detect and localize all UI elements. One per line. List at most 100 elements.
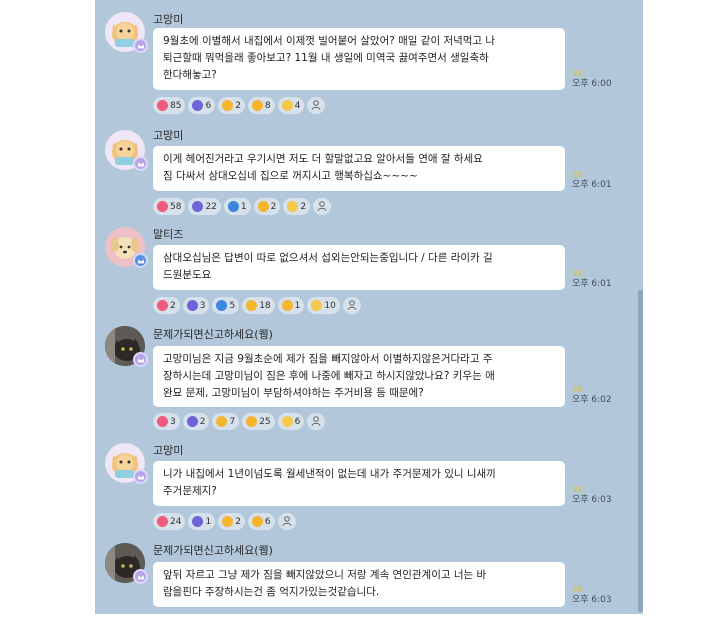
reaction-thumbs-up[interactable]: 3 [182, 297, 210, 314]
person-icon [317, 201, 327, 212]
sender-name: 고망미 [153, 13, 184, 26]
read-count: 99 [572, 485, 583, 494]
reaction-count: 3 [170, 416, 176, 427]
reaction-heart[interactable]: 24 [153, 513, 186, 530]
person-icon [347, 300, 357, 311]
message-bubble[interactable]: 니가 내집에서 1년이넘도록 월세낸적이 없는데 내가 주거문제가 있니 니새끼… [153, 461, 565, 506]
message-bubble[interactable]: 9월초에 이별해서 내집에서 이제껏 빌어붙어 살았어? 매일 같이 저녁먹고 … [153, 28, 565, 90]
message-bubble[interactable]: 이게 헤어진거라고 우기시면 저도 더 할말없고요 알아서들 연애 잘 하세요 … [153, 146, 565, 191]
reaction-add[interactable] [277, 513, 296, 530]
reaction-count: 2 [199, 416, 206, 427]
reaction-laugh[interactable]: 2 [218, 513, 245, 530]
message-line: 9월초에 이별해서 내집에서 이제껏 빌어붙어 살았어? 매일 같이 저녁먹고 … [163, 35, 496, 47]
thumbs-up-icon [186, 416, 198, 427]
reaction-heart[interactable]: 58 [153, 198, 186, 215]
reaction-sad[interactable]: 10 [307, 297, 340, 314]
message-line: 고망미님은 지금 9월초순에 제가 짐을 빼지않아서 이별하지않은거다라고 주 [163, 353, 493, 365]
read-count: 99 [572, 269, 583, 278]
reaction-sad[interactable]: 6 [277, 413, 305, 430]
reaction-add[interactable] [307, 97, 326, 114]
reaction-surprised[interactable]: 1 [277, 297, 305, 314]
avatar-cat-photo[interactable] [105, 326, 148, 367]
chat-panel[interactable]: 고망미 9월초에 이별해서 내집에서 이제껏 빌어붙어 살았어? 매일 같이 저… [95, 0, 643, 614]
reaction-count: 22 [205, 201, 217, 212]
crown-icon [133, 38, 148, 53]
message-meta: 99 오후 6:00 [572, 68, 612, 90]
reaction-count: 25 [259, 416, 271, 427]
avatar-cat-character[interactable] [105, 12, 148, 53]
reaction-heart[interactable]: 3 [153, 413, 180, 430]
message-bubble[interactable]: 삼대오십님은 답변이 따로 없으셔서 섭외는안되는중입니다 / 다른 라이카 길… [153, 245, 565, 290]
reaction-thumbs-up[interactable]: 1 [188, 513, 216, 530]
thumbs-up-icon [186, 300, 198, 311]
check-icon [227, 201, 239, 212]
thumbs-up-icon [192, 100, 204, 111]
reaction-bar: 3 2 7 25 6 [153, 413, 326, 430]
timestamp: 오후 6:01 [572, 180, 612, 190]
check-icon [216, 300, 228, 311]
message-line: 앞뒤 자르고 그냥 제가 짐을 빼지않았으니 저랑 계속 연인관계이고 너는 바 [163, 569, 487, 581]
reaction-heart[interactable]: 85 [153, 97, 186, 114]
reaction-check[interactable]: 5 [212, 297, 240, 314]
reaction-add[interactable] [307, 413, 326, 430]
message-meta: 99 오후 6:01 [572, 268, 612, 290]
laugh-icon [222, 516, 234, 527]
scrollbar[interactable] [638, 290, 643, 612]
reaction-count: 2 [235, 516, 241, 527]
read-count: 99 [572, 69, 583, 78]
reaction-heart[interactable]: 2 [153, 297, 180, 314]
sender-name: 문제가되면신고하세요(퀭) [153, 328, 273, 341]
reaction-count: 1 [294, 300, 301, 311]
reaction-bar: 24 1 2 6 [153, 513, 296, 530]
surprised-icon [281, 300, 293, 311]
avatar-dog-character[interactable] [105, 227, 148, 268]
reaction-count: 5 [229, 300, 236, 311]
thumbs-up-icon [192, 201, 204, 212]
reaction-surprised[interactable]: 6 [247, 513, 275, 530]
person-icon [311, 416, 321, 427]
avatar-cat-photo[interactable] [105, 543, 148, 584]
crown-icon [133, 569, 148, 584]
reaction-laugh[interactable]: 2 [218, 97, 245, 114]
reaction-surprised[interactable]: 2 [253, 198, 281, 215]
message-line: 주거문제지? [163, 485, 217, 497]
reaction-count: 7 [229, 416, 236, 427]
laugh-icon [222, 100, 234, 111]
person-icon [282, 516, 292, 527]
read-count: 99 [572, 385, 583, 394]
reaction-count: 10 [324, 300, 336, 311]
reaction-surprised[interactable]: 25 [242, 413, 275, 430]
reaction-count: 24 [170, 516, 182, 527]
reaction-count: 1 [240, 201, 247, 212]
reaction-check[interactable]: 1 [223, 198, 251, 215]
message-bubble[interactable]: 고망미님은 지금 9월초순에 제가 짐을 빼지않아서 이별하지않은거다라고 주 … [153, 346, 565, 407]
reaction-bar: 2 3 5 18 1 10 [153, 297, 361, 314]
message-line: 드원분도요 [163, 269, 212, 281]
reaction-count: 3 [199, 300, 206, 311]
reaction-count: 2 [270, 201, 277, 212]
crown-icon [133, 469, 148, 484]
heart-icon [157, 516, 168, 527]
reaction-laugh[interactable]: 7 [212, 413, 240, 430]
avatar-cat-character[interactable] [105, 130, 148, 171]
reaction-add[interactable] [342, 297, 361, 314]
reaction-sad[interactable]: 2 [283, 198, 311, 215]
reaction-thumbs-up[interactable]: 2 [182, 413, 210, 430]
person-icon [311, 100, 321, 111]
reaction-sad[interactable]: 4 [277, 97, 305, 114]
reaction-count: 4 [294, 100, 301, 111]
surprised-icon [251, 516, 263, 527]
message-line: 삼대오십님은 답변이 따로 없으셔서 섭외는안되는중입니다 / 다른 라이카 길 [163, 252, 493, 264]
message-line: 장하시는데 고망미님이 짐은 후에 나중에 빼자고 하시지않았나요? 키우는 애 [163, 370, 495, 382]
reaction-thumbs-up[interactable]: 22 [188, 198, 221, 215]
avatar-cat-character[interactable] [105, 443, 148, 484]
reaction-surprised[interactable]: 8 [247, 97, 275, 114]
sender-name: 문제가되면신고하세요(퀭) [153, 544, 273, 557]
reaction-laugh[interactable]: 18 [242, 297, 275, 314]
reaction-count: 58 [170, 201, 182, 212]
surprised-icon [257, 201, 269, 212]
reaction-add[interactable] [313, 198, 332, 215]
reaction-bar: 58 22 1 2 2 [153, 198, 332, 215]
message-bubble[interactable]: 앞뒤 자르고 그냥 제가 짐을 빼지않았으니 저랑 계속 연인관계이고 너는 바… [153, 562, 565, 607]
reaction-thumbs-up[interactable]: 6 [188, 97, 216, 114]
